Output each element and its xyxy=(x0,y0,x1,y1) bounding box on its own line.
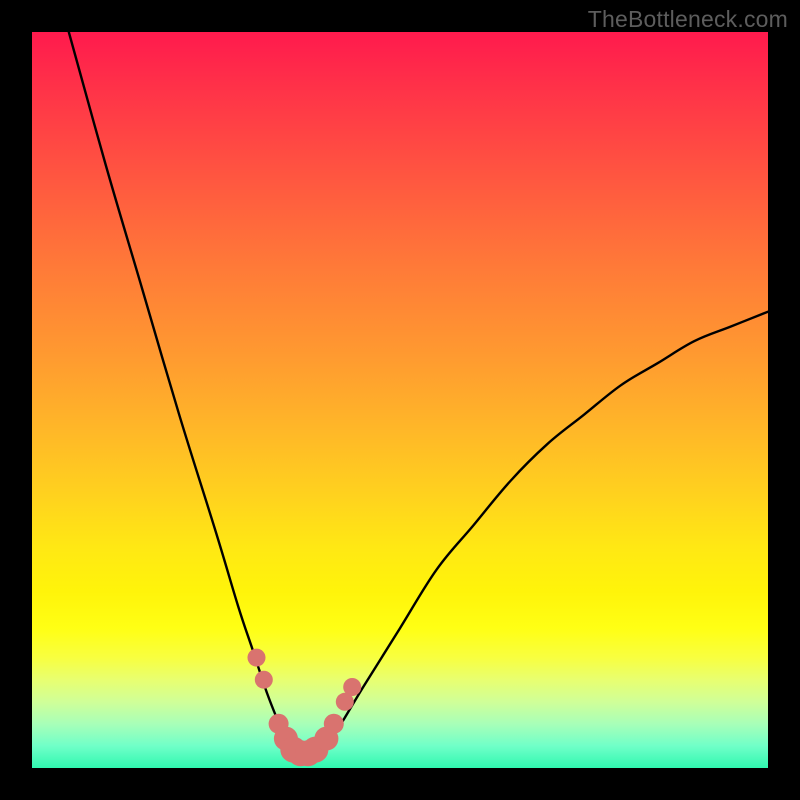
plot-area xyxy=(32,32,768,768)
highlight-dot xyxy=(255,671,273,689)
bottleneck-curve xyxy=(69,32,768,757)
highlight-dot xyxy=(248,649,266,667)
highlight-dot xyxy=(343,678,361,696)
watermark-text: TheBottleneck.com xyxy=(588,6,788,33)
highlight-dot xyxy=(324,714,344,734)
curve-layer xyxy=(32,32,768,768)
highlight-dots xyxy=(248,649,362,767)
chart-frame: TheBottleneck.com xyxy=(0,0,800,800)
